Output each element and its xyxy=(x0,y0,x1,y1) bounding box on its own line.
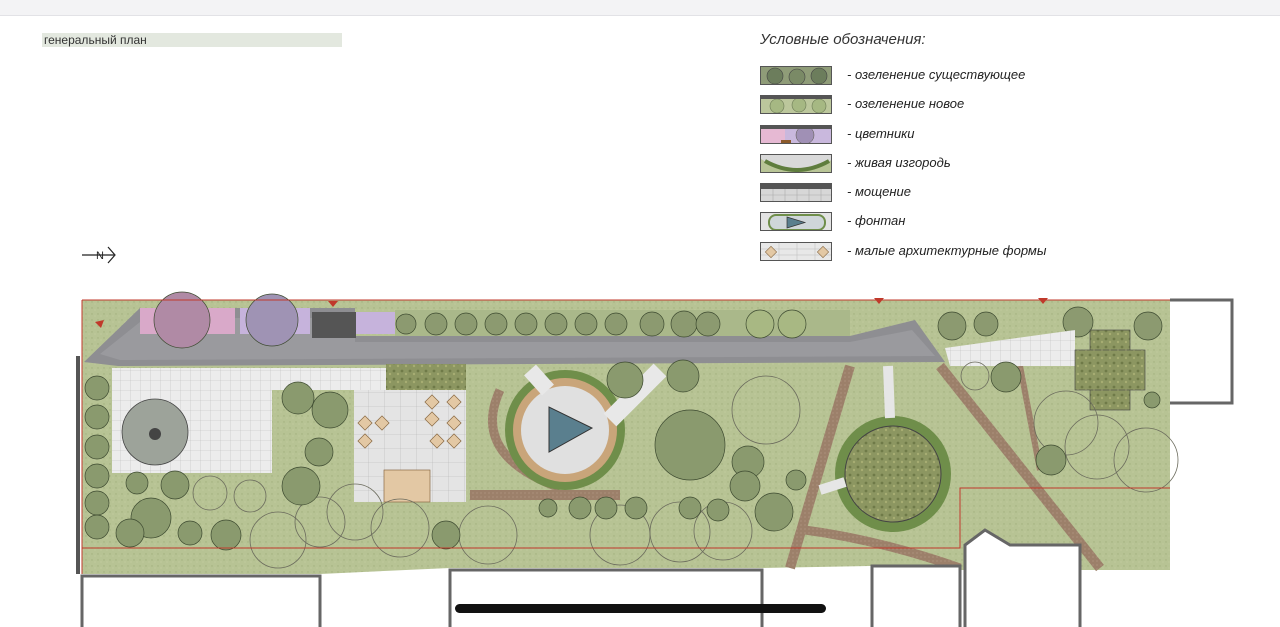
round-garden-path xyxy=(883,365,895,419)
site-master-plan xyxy=(76,291,1234,627)
hedge-block xyxy=(386,364,466,390)
fountain xyxy=(505,370,625,490)
home-indicator[interactable] xyxy=(455,604,826,613)
pavilion-deck xyxy=(383,469,431,503)
flowerbed xyxy=(355,312,395,334)
round-garden xyxy=(835,416,951,532)
plaza-tree xyxy=(121,398,189,466)
paving-square xyxy=(312,312,356,338)
